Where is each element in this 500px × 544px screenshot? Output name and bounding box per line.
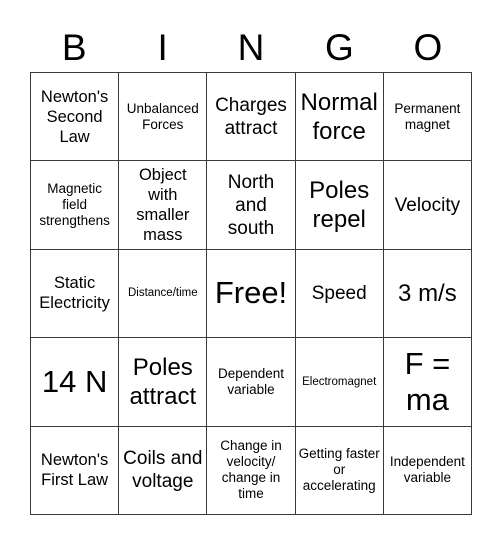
bingo-cell-label: Dependent variable	[217, 365, 285, 397]
bingo-cell-label: Independent variable	[389, 454, 465, 486]
bingo-cell-label: Distance/time	[127, 287, 198, 300]
bingo-cell-label: Getting faster or accelerating	[298, 446, 380, 494]
header-letter-o: O	[413, 27, 443, 68]
bingo-cell-label: Object with smaller mass	[136, 166, 190, 245]
bingo-cell[interactable]: Electromagnet	[295, 338, 384, 427]
bingo-cell-label: Velocity	[394, 194, 461, 216]
bingo-cell-label: Newton's Second Law	[40, 87, 109, 146]
bingo-cell[interactable]: Permanent magnet	[383, 73, 472, 162]
bingo-cell-label: North and south	[227, 171, 275, 239]
bingo-cell[interactable]: North and south	[207, 161, 296, 250]
bingo-cell[interactable]: F = ma	[383, 338, 472, 427]
bingo-cell-label: 14 N	[41, 363, 108, 399]
bingo-cell[interactable]: Poles repel	[295, 161, 384, 250]
bingo-cell-label: Permanent magnet	[394, 100, 461, 132]
bingo-cell-label: Normal force	[300, 88, 378, 145]
header-letter-n: N	[237, 27, 265, 68]
bingo-cell[interactable]: Coils and voltage	[119, 426, 208, 515]
bingo-cell[interactable]: Change in velocity/ change in time	[207, 426, 296, 515]
bingo-cell[interactable]: Static Electricity	[31, 249, 120, 339]
bingo-grid: Newton's Second Law Unbalanced Forces Ch…	[30, 72, 472, 515]
bingo-cell-label: Poles repel	[309, 177, 370, 234]
bingo-cell-label: Charges attract	[215, 94, 287, 139]
bingo-cell-label: Newton's First Law	[40, 451, 109, 490]
bingo-header: B I N G O	[30, 16, 472, 68]
bingo-cell[interactable]: 3 m/s	[383, 249, 472, 339]
bingo-cell-label: F = ma	[404, 345, 451, 417]
bingo-cell-label: Free!	[214, 275, 288, 311]
bingo-cell-label: 3 m/s	[398, 279, 457, 307]
bingo-cell-label: Unbalanced Forces	[126, 100, 199, 132]
bingo-cell-label: Static Electricity	[39, 274, 110, 313]
bingo-cell[interactable]: Speed	[295, 249, 384, 339]
bingo-card: B I N G O Newton's Second Law Unbalanced…	[0, 0, 500, 544]
bingo-cell-label: Electromagnet	[302, 375, 377, 388]
bingo-cell-label: Change in velocity/ change in time	[220, 438, 282, 502]
header-letter-g: G	[325, 27, 354, 68]
bingo-cell[interactable]: Newton's First Law	[31, 426, 120, 515]
bingo-cell[interactable]: Magnetic field strengthens	[31, 161, 120, 250]
header-letter-i: I	[157, 27, 168, 68]
bingo-cell[interactable]: Object with smaller mass	[119, 161, 208, 250]
bingo-cell[interactable]: Poles attract	[119, 338, 208, 427]
bingo-cell[interactable]: Charges attract	[207, 73, 296, 162]
bingo-cell-label: Poles attract	[129, 353, 197, 410]
header-letter-b: B	[61, 27, 87, 68]
bingo-cell[interactable]: Getting faster or accelerating	[295, 426, 384, 515]
bingo-cell[interactable]: Dependent variable	[207, 338, 296, 427]
bingo-cell[interactable]: Normal force	[295, 73, 384, 162]
bingo-cell-label: Magnetic field strengthens	[39, 181, 110, 229]
bingo-cell-free-space[interactable]: Free!	[207, 249, 296, 339]
bingo-cell[interactable]: 14 N	[31, 338, 120, 427]
bingo-cell[interactable]: Distance/time	[119, 249, 208, 339]
bingo-cell-label: Speed	[311, 282, 367, 304]
bingo-cell-label: Coils and voltage	[123, 448, 203, 493]
bingo-cell[interactable]: Newton's Second Law	[31, 73, 120, 162]
bingo-cell[interactable]: Unbalanced Forces	[119, 73, 208, 162]
bingo-cell[interactable]: Independent variable	[383, 426, 472, 515]
bingo-cell[interactable]: Velocity	[383, 161, 472, 250]
